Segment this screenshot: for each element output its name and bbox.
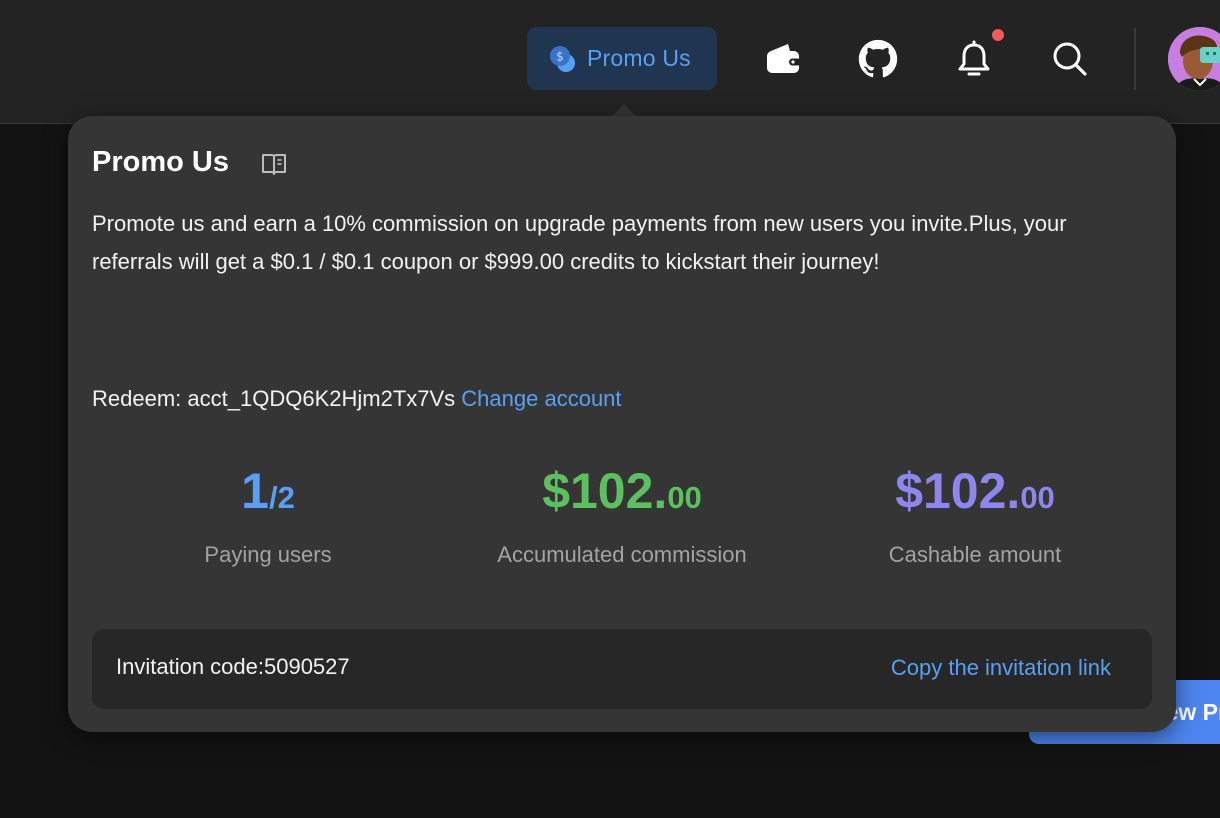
promo-popover: Promo Us Promote us and earn a 10% commi… (68, 116, 1176, 732)
stat-cashable-amount: $102.00 Cashable amount (855, 461, 1095, 568)
book-icon[interactable] (260, 151, 288, 177)
invitation-code-row: Invitation code:5090527 (116, 654, 350, 680)
change-account-link[interactable]: Change account (461, 386, 621, 411)
stat-value-main: 1 (241, 463, 269, 519)
stat-value: $102.00 (468, 461, 776, 528)
avatar[interactable] (1168, 27, 1220, 91)
stat-value-small: 00 (1020, 480, 1055, 515)
promo-us-button[interactable]: $ Promo Us (527, 27, 717, 90)
bell-icon (958, 40, 990, 76)
wallet-icon (767, 44, 801, 73)
copy-invitation-link-button[interactable]: Copy the invitation link (891, 655, 1111, 681)
github-button[interactable] (855, 36, 901, 82)
stat-value-small: 00 (667, 480, 702, 515)
promo-us-label: Promo Us (587, 45, 691, 71)
top-bar: $ Promo Us (0, 0, 1220, 124)
stat-paying-users: 1/2 Paying users (148, 461, 388, 568)
wallet-button[interactable] (759, 36, 805, 82)
stat-value: $102.00 (855, 461, 1095, 528)
redeem-label: Redeem: (92, 386, 182, 411)
svg-text:$: $ (556, 49, 564, 63)
promo-description: Promote us and earn a 10% commission on … (92, 211, 1067, 274)
popover-title: Promo Us (92, 146, 229, 178)
redeem-row: Redeem: acct_1QDQ6K2Hjm2Tx7Vs Change acc… (92, 386, 622, 412)
account-id: acct_1QDQ6K2Hjm2Tx7Vs (187, 386, 456, 411)
stat-caption: Cashable amount (888, 542, 1062, 567)
stat-caption: Paying users (204, 542, 332, 567)
notification-badge (990, 27, 1006, 43)
notifications-button[interactable] (951, 36, 997, 82)
user-avatar-icon (1168, 27, 1220, 91)
stat-value-small: /2 (268, 480, 295, 515)
coin-icon: $ (550, 45, 575, 72)
invitation-code-label: Invitation code: (116, 654, 264, 679)
stat-caption: Accumulated commission (497, 542, 747, 567)
invitation-box: Invitation code:5090527 Copy the invitat… (92, 629, 1152, 709)
invitation-code: 5090527 (263, 654, 350, 679)
github-icon (858, 39, 898, 78)
stat-accumulated-commission: $102.00 Accumulated commission (468, 461, 776, 568)
search-button[interactable] (1047, 36, 1093, 82)
search-icon (1053, 42, 1087, 76)
toolbar-divider (1134, 28, 1136, 90)
stat-value-main: $102. (542, 463, 668, 519)
stat-value: 1/2 (148, 461, 388, 528)
stat-value-main: $102. (895, 463, 1021, 519)
